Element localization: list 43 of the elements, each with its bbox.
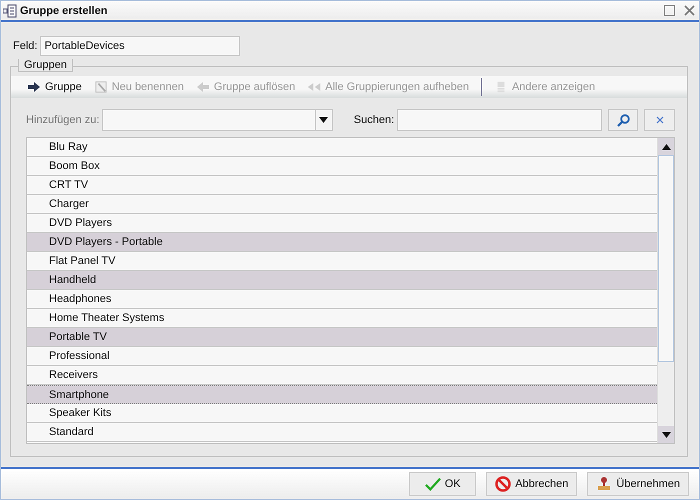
- clear-button[interactable]: [644, 109, 675, 131]
- search-icon: [616, 114, 630, 126]
- dropdown-arrow-icon: [319, 117, 328, 123]
- list-item[interactable]: Charger: [27, 195, 657, 214]
- dialog-button[interactable]: Übernehmen: [587, 472, 689, 496]
- pencil-icon: [94, 81, 108, 93]
- search-field[interactable]: [397, 109, 602, 131]
- check-icon: [424, 476, 441, 492]
- list-item[interactable]: Speaker Kits: [27, 404, 657, 423]
- maximize-icon[interactable]: [664, 5, 675, 16]
- dialog-button[interactable]: Abbrechen: [486, 472, 578, 496]
- list-item[interactable]: Blu Ray: [27, 138, 657, 157]
- field-label: Feld:: [13, 40, 38, 52]
- arrow-icon: [27, 81, 41, 93]
- search-label: Suchen:: [354, 114, 394, 126]
- list-item[interactable]: CRT TV: [27, 176, 657, 195]
- prohibited-icon: [495, 476, 512, 492]
- add-to-label: Hinzufügen zu:: [26, 114, 100, 126]
- panel-legend: Gruppen: [18, 59, 73, 72]
- list-item[interactable]: Handheld: [27, 271, 657, 290]
- list-item[interactable]: DVD Players - Portable: [27, 233, 657, 252]
- close-icon: [656, 116, 664, 124]
- window-title: Gruppe erstellen: [20, 4, 108, 16]
- scrollbar-thumb[interactable]: [658, 155, 674, 362]
- down-arrow-icon: [662, 432, 670, 438]
- window-icon: [3, 4, 17, 18]
- toolbar-button[interactable]: Gruppe: [21, 81, 88, 93]
- dialog-button[interactable]: OK: [409, 472, 476, 496]
- list-item[interactable]: Boom Box: [27, 157, 657, 176]
- up-arrow-icon: [662, 144, 670, 150]
- field-input[interactable]: PortableDevices: [40, 36, 240, 56]
- list-item[interactable]: Smartphone: [27, 385, 657, 404]
- search-button[interactable]: [608, 109, 638, 131]
- list-item[interactable]: Professional: [27, 347, 657, 366]
- double-arrow-icon: [307, 81, 322, 93]
- close-icon[interactable]: [684, 5, 695, 16]
- list-item[interactable]: Portable TV: [27, 328, 657, 347]
- arrow-icon: [196, 81, 210, 93]
- stamp-icon: [596, 476, 612, 492]
- list-item[interactable]: Standard: [27, 423, 657, 442]
- scroll-down-button[interactable]: [658, 426, 674, 443]
- scroll-up-button[interactable]: [658, 138, 674, 155]
- list-item[interactable]: Headphones: [27, 290, 657, 309]
